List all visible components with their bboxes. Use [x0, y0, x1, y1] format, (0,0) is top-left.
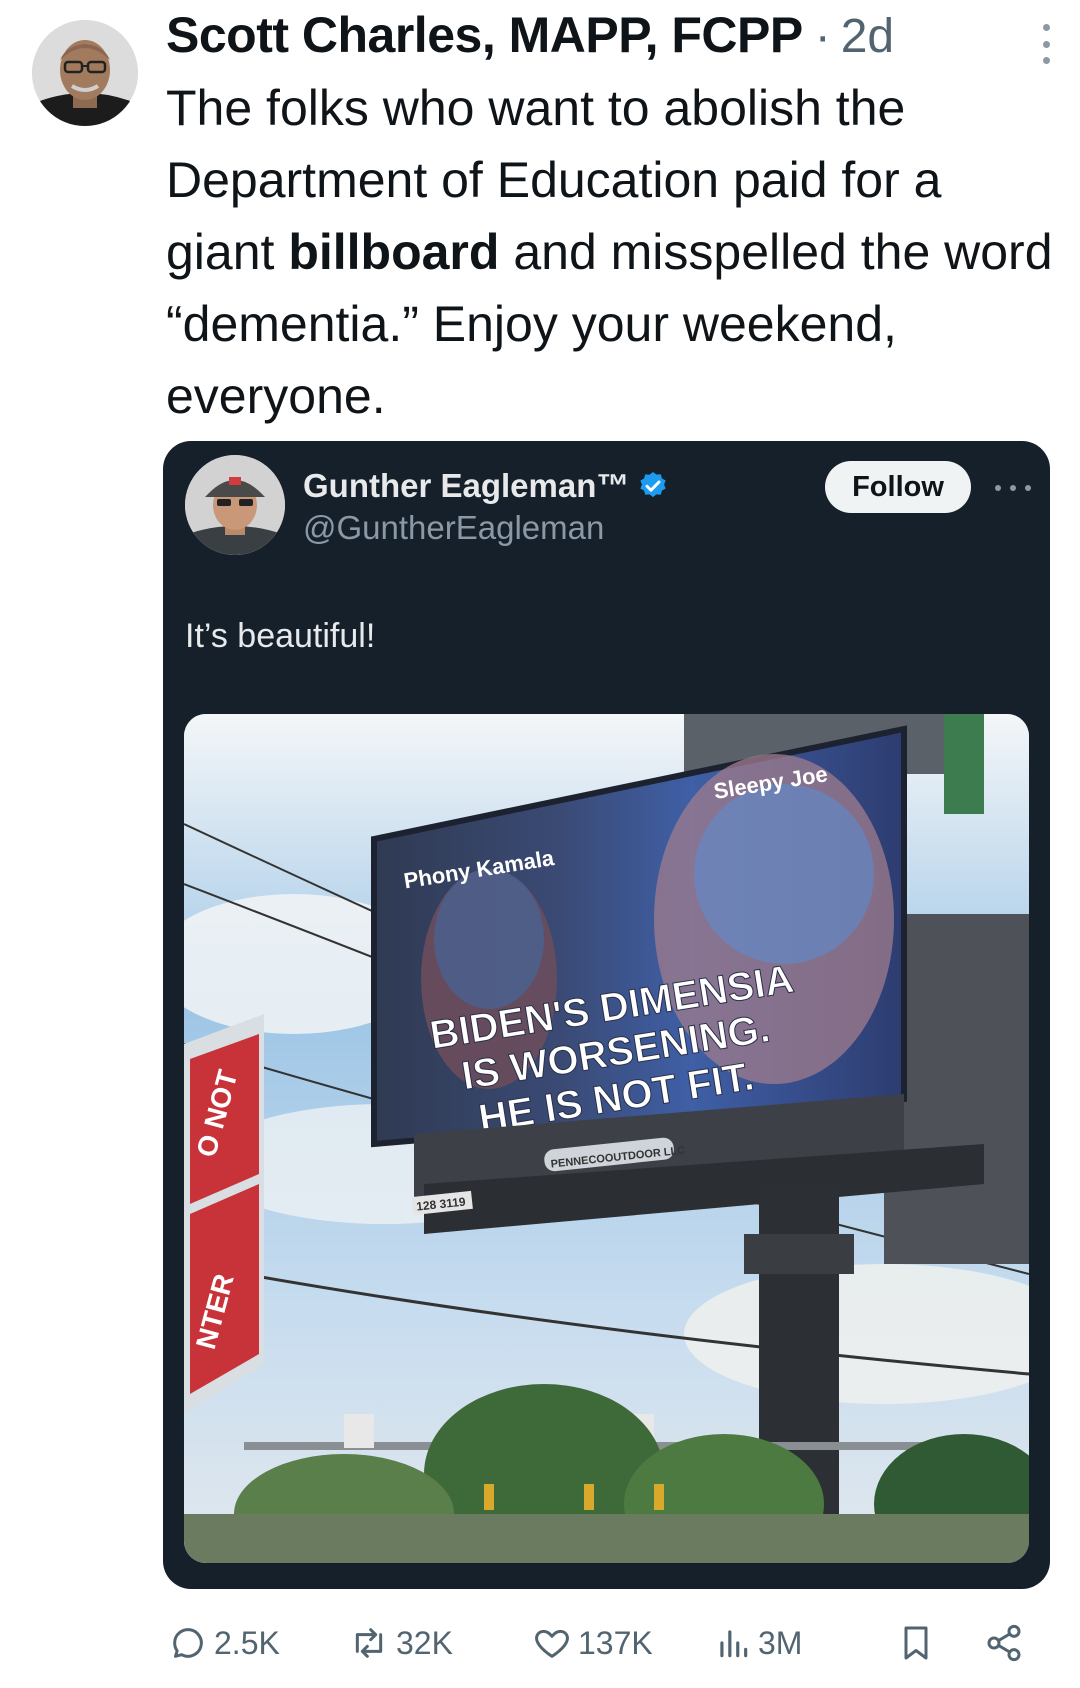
quoted-author-avatar[interactable] — [185, 455, 285, 555]
post-header: Scott Charles, MAPP, FCPP · 2d — [166, 6, 1050, 74]
quoted-more-options-icon[interactable] — [995, 485, 1031, 493]
action-bar: 2.5K 32K 137K 3M — [0, 1600, 1080, 1688]
reply-icon — [173, 1628, 203, 1658]
more-options-icon[interactable] — [1040, 24, 1052, 64]
verified-badge-icon — [640, 472, 667, 498]
reply-count: 2.5K — [214, 1624, 280, 1661]
quoted-author-handle[interactable]: @GuntherEagleman — [303, 509, 604, 547]
bookmark-button[interactable] — [896, 1618, 942, 1668]
quoted-post-text: It’s beautiful! — [185, 617, 376, 655]
views-count: 3M — [758, 1624, 803, 1661]
bookmark-icon — [904, 1626, 928, 1660]
views-button[interactable]: 3M — [714, 1618, 802, 1668]
like-button[interactable]: 137K — [532, 1618, 653, 1668]
reply-button[interactable]: 2.5K — [168, 1618, 280, 1668]
post-text-bold: billboard — [288, 224, 500, 280]
share-button[interactable] — [984, 1618, 1030, 1668]
quoted-author-name[interactable]: Gunther Eagleman™ — [303, 467, 629, 505]
heart-icon — [535, 1629, 569, 1658]
repost-count: 32K — [396, 1624, 453, 1661]
post-text: The folks who want to abolish the Depart… — [166, 72, 1056, 432]
views-icon — [720, 1630, 748, 1658]
like-count: 137K — [578, 1624, 653, 1661]
quoted-post-image[interactable]: Phony Kamala Sleepy Joe BIDEN'S DIMENSIA… — [184, 714, 1029, 1563]
repost-icon — [355, 1628, 383, 1658]
author-avatar[interactable] — [32, 20, 138, 126]
follow-button[interactable]: Follow — [825, 461, 971, 513]
quoted-post-card[interactable]: Gunther Eagleman™ @GuntherEagleman Follo… — [163, 441, 1050, 1589]
repost-button[interactable]: 32K — [348, 1618, 453, 1668]
author-name[interactable]: Scott Charles, MAPP, FCPP — [166, 6, 803, 64]
header-separator: · — [814, 10, 831, 63]
quoted-author-row[interactable]: Gunther Eagleman™ — [303, 467, 669, 505]
share-icon — [987, 1624, 1021, 1662]
post-time[interactable]: 2d — [841, 9, 894, 64]
